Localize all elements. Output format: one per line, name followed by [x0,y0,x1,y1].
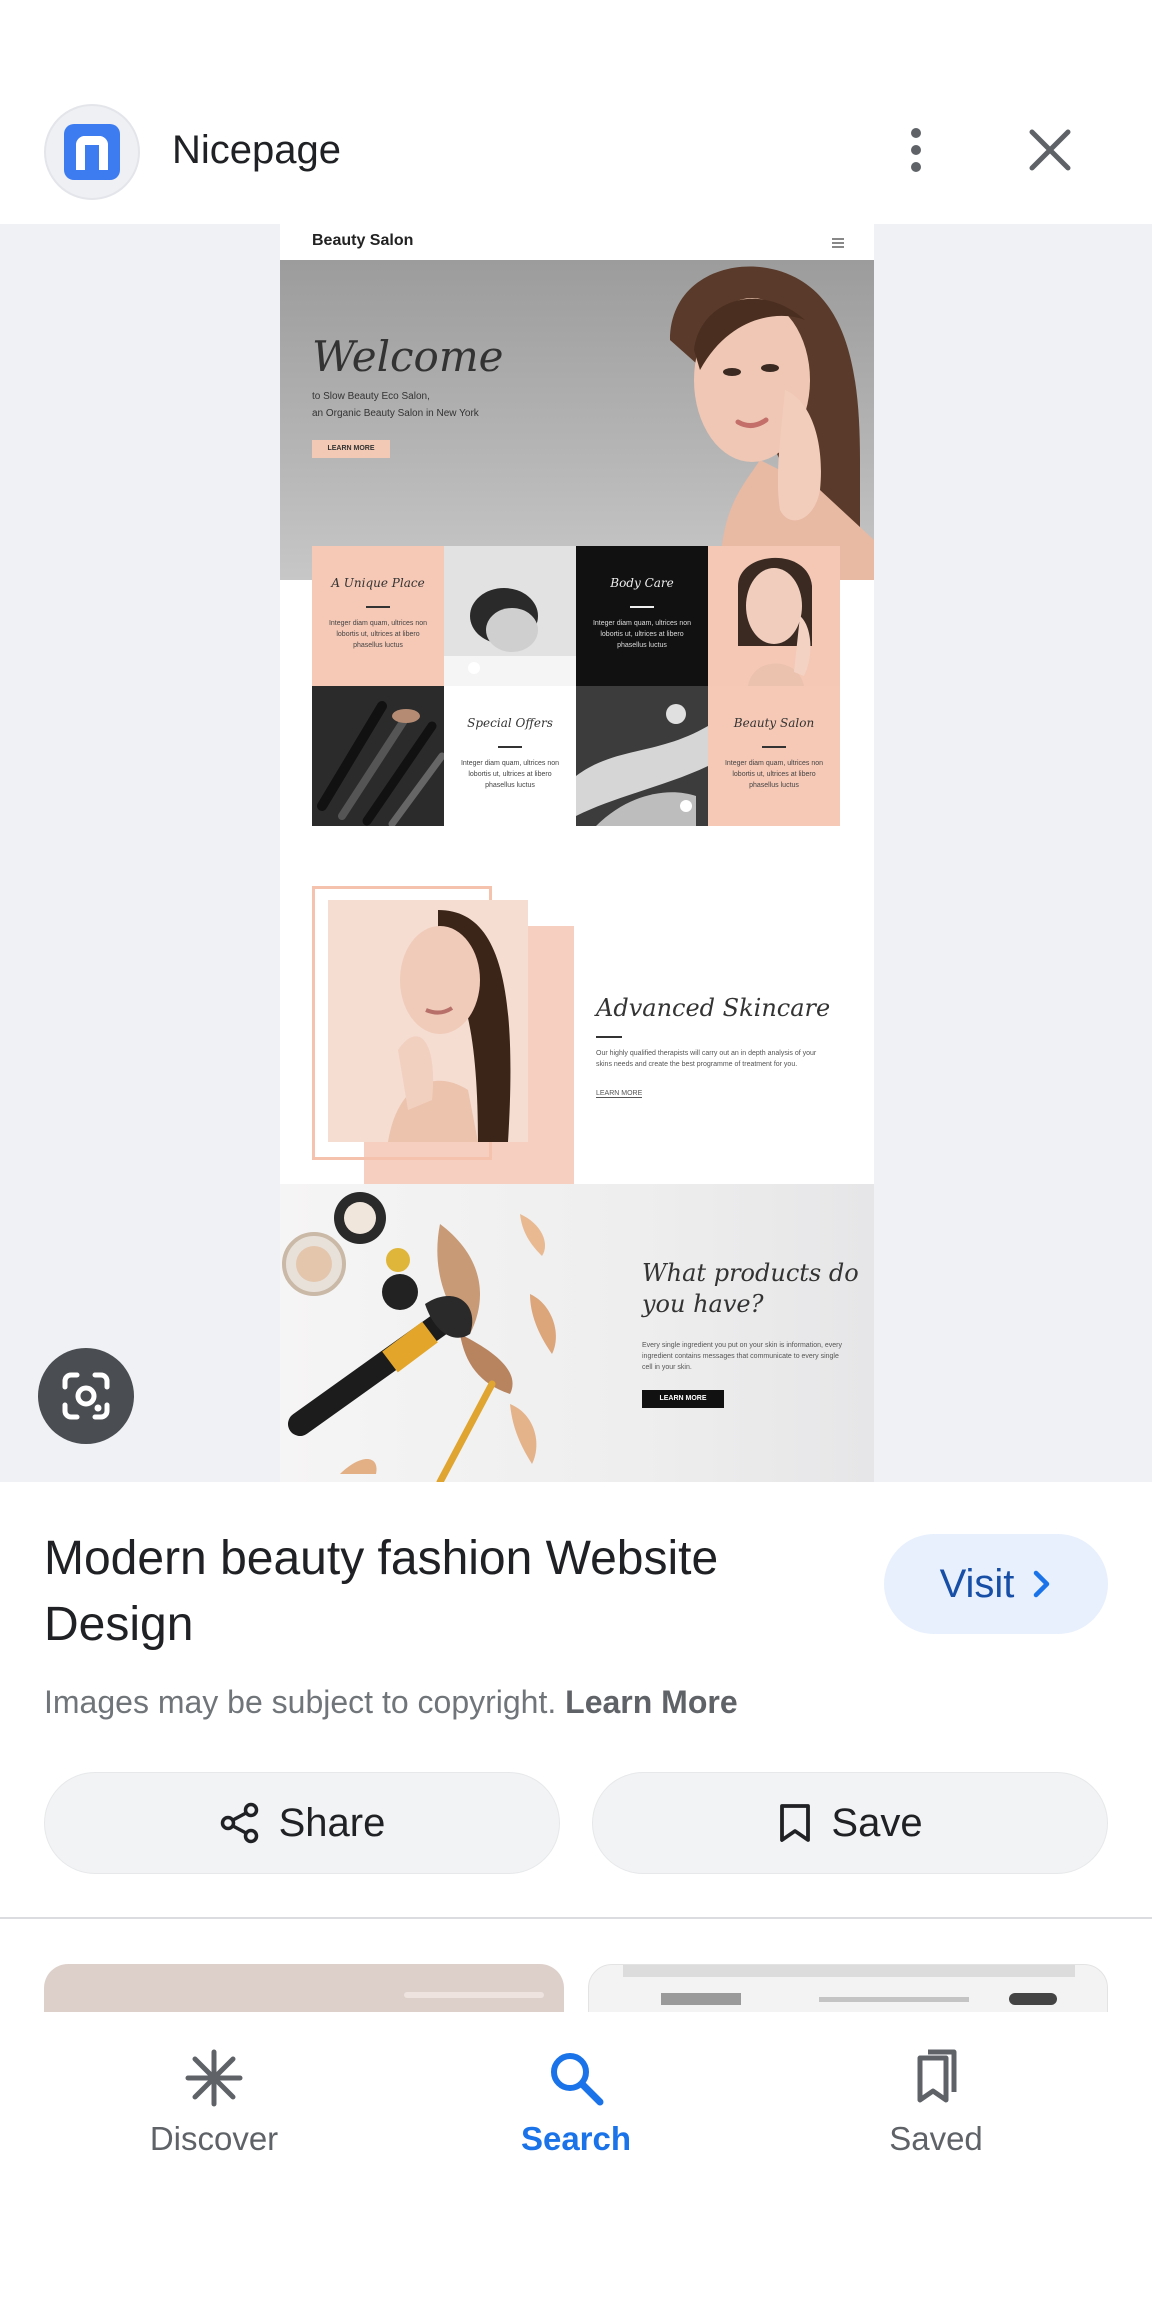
preview-top-bar: Beauty Salon [280,224,874,260]
preview-hero-text: to Slow Beauty Eco Salon, an Organic Bea… [312,391,479,419]
preview-hero-heading: Welcome [312,332,504,381]
preview-card: Beauty Salon Integer diam quam, ultrices… [708,686,840,826]
copyright-notice: Images may be subject to copyright. Lear… [44,1684,738,1720]
nav-saved-label: Saved [889,2120,983,2157]
learn-more-link[interactable]: Learn More [565,1684,737,1720]
chevron-right-icon [1034,1570,1050,1598]
share-icon [220,1802,258,1844]
preview-photo-skincare [328,900,528,1142]
bottom-navigation: Discover Search Saved [0,2012,1152,2304]
search-icon [551,2053,604,2106]
more-options-button[interactable] [890,120,942,180]
preview-hero: Welcome to Slow Beauty Eco Salon, an Org… [280,260,874,580]
related-image-thumbnail[interactable] [44,1964,564,2014]
nicepage-logo-icon [64,124,120,180]
preview-brand: Beauty Salon [312,232,414,249]
preview-photo-brushes [312,686,444,826]
preview-skincare-link: LEARN MORE [596,1090,643,1098]
preview-products-button: LEARN MORE [642,1390,724,1408]
nav-discover[interactable]: Discover [104,2034,324,2174]
share-button[interactable]: Share [44,1772,560,1874]
preview-card: A Unique Place Integer diam quam, ultric… [312,546,444,686]
more-vert-icon [911,128,921,138]
preview-skincare-section: Advanced Skincare Our highly qualified t… [280,834,874,1202]
nav-saved[interactable]: Saved [826,2034,1046,2174]
preview-products-title: What products do you have? [642,1259,859,1318]
preview-products-text: Every single ingredient you put on your … [642,1342,842,1371]
preview-photo-makeup [282,1192,556,1482]
preview-skincare-title: Advanced Skincare [596,994,831,1022]
website-preview-image[interactable]: Beauty Salon Welcome to Slow Beauty Eco … [280,224,874,1482]
google-lens-icon [62,1372,110,1420]
related-image-thumbnail[interactable] [588,1964,1108,2014]
preview-photo-spa [444,546,576,686]
nav-search[interactable]: Search [466,2034,686,2174]
preview-feature-grid: A Unique Place Integer diam quam, ultric… [312,546,842,826]
save-button[interactable]: Save [592,1772,1108,1874]
share-label: Share [278,1800,386,1845]
visit-label: Visit [939,1561,1015,1606]
preview-products-section: What products do you have? Every single … [280,1184,874,1482]
preview-card: Body Care Integer diam quam, ultrices no… [576,546,708,686]
preview-photo-model [708,546,840,686]
nav-discover-label: Discover [149,2120,279,2157]
nicepage-logo[interactable] [44,104,140,200]
image-title: Modern beauty fashion Website Design [44,1532,719,1651]
save-label: Save [831,1800,923,1845]
visit-button[interactable]: Visit [884,1534,1108,1634]
preview-skincare-text: Our highly qualified therapists will car… [596,1050,817,1068]
preview-hero-button: LEARN MORE [312,440,390,458]
model-portrait [670,266,874,580]
saved-bookmarks-icon [917,2049,957,2103]
nav-search-label: Search [520,2120,632,2157]
image-viewer[interactable]: Beauty Salon Welcome to Slow Beauty Eco … [0,224,1152,1482]
bookmark-icon [780,1804,811,1842]
preview-photo-pedicure [576,686,708,826]
top-bar: Nicepage [0,0,1152,224]
close-button[interactable] [1022,122,1078,178]
preview-card: Special Offers Integer diam quam, ultric… [444,686,576,826]
preview-menu-icon [832,238,844,248]
close-icon [1029,129,1071,171]
lens-search-button[interactable] [38,1348,134,1444]
asterisk-icon [185,2049,243,2107]
source-name[interactable]: Nicepage [172,128,341,173]
section-divider [0,1917,1152,1919]
